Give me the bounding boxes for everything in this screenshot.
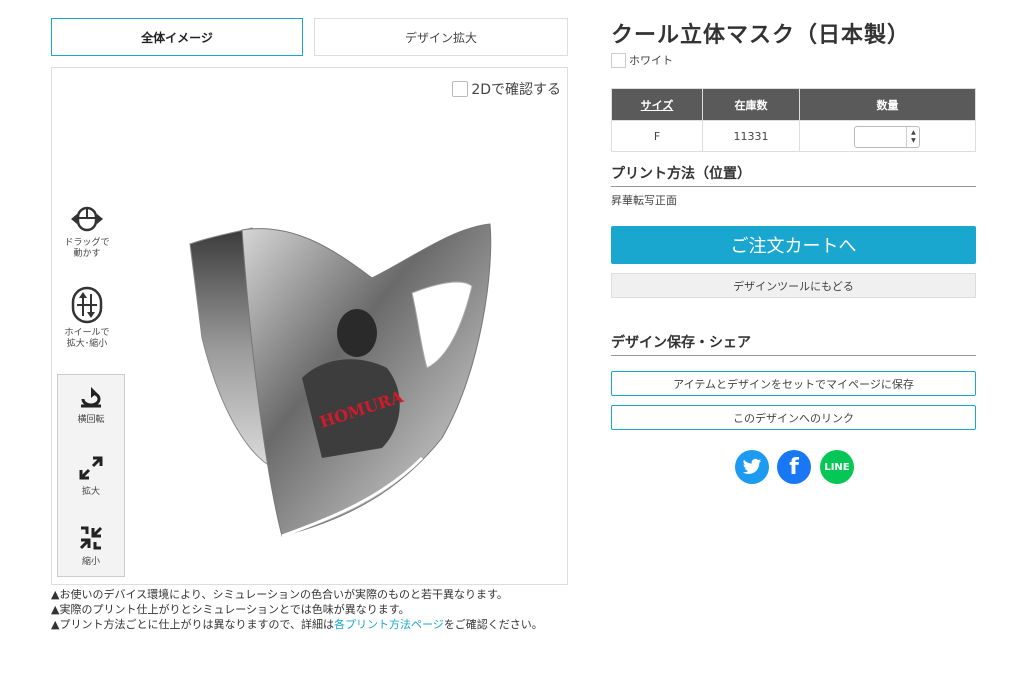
design-link-button[interactable]: このデザインへのリンク xyxy=(611,405,976,430)
product-title: クール立体マスク（日本製） xyxy=(611,23,911,48)
shrink-icon xyxy=(79,526,103,550)
check-2d[interactable]: 2Dで確認する xyxy=(452,79,561,99)
chevron-up-icon[interactable]: ▲ xyxy=(911,129,916,137)
stock-table: サイズ 在庫数 数量 F 11331 ▲ ▼ xyxy=(611,88,977,152)
mask-3d-preview[interactable]: HOMURA xyxy=(182,218,502,548)
drag-hint: ドラッグで 動かす xyxy=(56,204,118,260)
cell-qty: ▲ ▼ xyxy=(798,120,977,152)
print-method-heading: プリント方法（位置） xyxy=(611,163,976,187)
wheel-hint: ホイールで 拡大･縮小 xyxy=(56,286,118,350)
enlarge-label: 拡大 xyxy=(81,487,100,497)
notes: ▲お使いのデバイス環境により、シミュレーションの色合いが実際のものと若干異なりま… xyxy=(51,589,568,634)
note-2-text: 実際のプリント仕上がりとシミュレーションとでは色味が異なります。 xyxy=(59,603,410,616)
header-size[interactable]: サイズ xyxy=(611,88,703,121)
enlarge-button[interactable]: 拡大 xyxy=(58,455,124,497)
shrink-label: 縮小 xyxy=(81,557,100,567)
note-3-text-pre: プリント方法ごとに仕上がりは異なりますので、詳細は xyxy=(59,618,335,631)
tab-overall[interactable]: 全体イメージ xyxy=(51,18,303,56)
cell-stock: 11331 xyxy=(702,120,800,152)
cart-button[interactable]: ご注文カートへ xyxy=(611,226,976,264)
note-3-text-post: をご確認ください。 xyxy=(443,618,543,631)
header-stock: 在庫数 xyxy=(702,88,800,121)
wheel-hint-line2: 拡大･縮小 xyxy=(66,339,108,349)
rotate-icon xyxy=(81,387,101,408)
tab-design-zoom[interactable]: デザイン拡大 xyxy=(314,18,568,56)
save-to-mypage-button[interactable]: アイテムとデザインをセットでマイページに保存 xyxy=(611,371,976,396)
rotate-button[interactable]: 横回転 xyxy=(58,385,124,425)
table-row: F 11331 ▲ ▼ xyxy=(611,120,977,152)
shrink-button[interactable]: 縮小 xyxy=(58,525,124,567)
facebook-icon[interactable]: f xyxy=(777,450,811,484)
share-heading: デザイン保存・シェア xyxy=(611,332,976,356)
header-qty: 数量 xyxy=(798,88,977,121)
note-1-text: お使いのデバイス環境により、シミュレーションの色合いが実際のものと若干異なります… xyxy=(59,588,508,601)
drag-hint-line2: 動かす xyxy=(73,249,101,259)
cell-size: F xyxy=(611,120,703,152)
drag-mouse-icon xyxy=(71,206,103,232)
print-method-link[interactable]: 各プリント方法ページ xyxy=(334,618,444,631)
wheel-hint-line1: ホイールで xyxy=(64,328,110,338)
check-2d-box[interactable] xyxy=(452,81,469,97)
line-icon[interactable]: LINE xyxy=(820,450,854,484)
drag-hint-line1: ドラッグで xyxy=(64,238,110,248)
note-1: ▲お使いのデバイス環境により、シミュレーションの色合いが実際のものと若干異なりま… xyxy=(51,589,568,600)
view-tabs: 全体イメージ デザイン拡大 xyxy=(51,18,568,58)
color-option[interactable]: ホワイト xyxy=(611,52,673,68)
twitter-icon[interactable] xyxy=(735,450,769,484)
back-to-tool-button[interactable]: デザインツールにもどる xyxy=(611,273,976,298)
note-3: ▲プリント方法ごとに仕上がりは異なりますので、詳細は各プリント方法ページをご確認… xyxy=(51,619,568,630)
preview-viewer[interactable]: 2Dで確認する ドラッグで 動かす ホイールで 拡大･縮小 横回転 拡大 縮小 … xyxy=(51,67,568,585)
rotate-label: 横回転 xyxy=(77,415,105,425)
spinner-arrows[interactable]: ▲ ▼ xyxy=(906,127,919,147)
check-2d-label: 2Dで確認する xyxy=(471,82,561,98)
wheel-mouse-icon xyxy=(71,286,103,324)
chevron-down-icon[interactable]: ▼ xyxy=(911,137,916,145)
color-swatch[interactable] xyxy=(611,52,626,68)
quantity-stepper[interactable]: ▲ ▼ xyxy=(854,126,921,148)
note-2: ▲実際のプリント仕上がりとシミュレーションとでは色味が異なります。 xyxy=(51,604,568,615)
expand-icon xyxy=(79,456,103,480)
print-method-value: 昇華転写正面 xyxy=(611,194,677,207)
color-label: ホワイト xyxy=(629,54,673,67)
control-panel: 横回転 拡大 縮小 xyxy=(57,374,125,577)
